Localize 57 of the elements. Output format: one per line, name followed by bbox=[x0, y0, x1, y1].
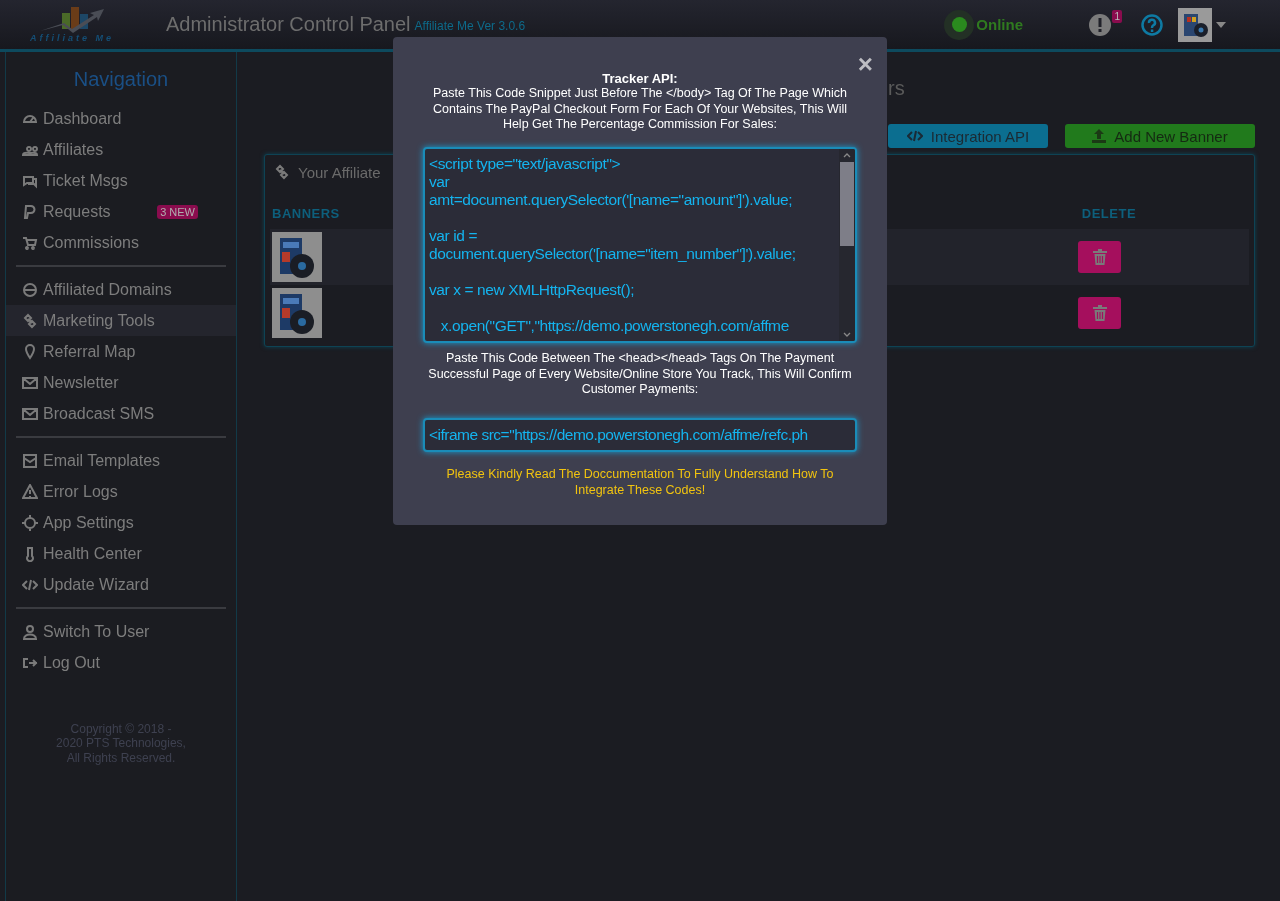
envelope-icon bbox=[22, 374, 38, 391]
logo-text: Affiliate Me bbox=[30, 32, 114, 43]
card-title: Your Affiliate bbox=[298, 163, 381, 181]
nav-item[interactable]: Requests 3 NEW bbox=[6, 196, 236, 227]
scrollbar[interactable] bbox=[839, 148, 855, 341]
nav-item[interactable]: Marketing Tools bbox=[6, 305, 236, 336]
dialog-title: Tracker API: bbox=[602, 71, 678, 86]
page-heading: rs bbox=[888, 77, 905, 100]
nav-item[interactable]: Ticket Msgs bbox=[6, 165, 236, 196]
link-icon bbox=[22, 312, 38, 329]
nav-item[interactable]: Log Out bbox=[6, 647, 236, 678]
integration-api-button[interactable]: Integration API bbox=[888, 124, 1048, 148]
scroll-down-icon[interactable] bbox=[843, 331, 851, 338]
iframe-code-field[interactable]: <iframe src="https://demo.powerstonegh.com/affme/refc.ph bbox=[423, 417, 857, 452]
alert-icon[interactable] bbox=[1089, 13, 1111, 36]
column-header: BANNERS bbox=[272, 206, 340, 221]
alert-count-badge: 1 bbox=[1112, 9, 1122, 23]
nav-item[interactable]: Referral Map bbox=[6, 336, 236, 367]
code-textarea[interactable]: <script type="text/javascript"> var amt=document.querySelector('[name="amount"]').value; var id = document.querySelector('[name="item_number"]').value; var x = new XMLHttpRequest(); x.open("GET","https://demo.powerstonegh.com/affme bbox=[423, 146, 857, 343]
nav-item[interactable]: Newsletter bbox=[6, 367, 236, 398]
nav-item[interactable]: Commissions bbox=[6, 227, 236, 258]
user-icon bbox=[22, 623, 38, 640]
column-header: DELETE bbox=[1081, 206, 1137, 221]
envelope-icon bbox=[22, 452, 38, 469]
p-icon bbox=[22, 203, 38, 220]
version-link[interactable]: Affiliate Me Ver 3.0.6 bbox=[414, 18, 526, 33]
cart-icon bbox=[22, 234, 38, 251]
instruction-text: Paste This Code Between The <head></head> Tags On The Payment Successful Page of Every Website/Online Store You Track, This Will Confirm Customer Payments: bbox=[427, 350, 853, 398]
online-status: Online bbox=[944, 9, 1023, 40]
nav-item[interactable]: Health Center bbox=[6, 538, 236, 569]
envelope-icon bbox=[22, 405, 38, 422]
nav-item[interactable]: Email Templates bbox=[6, 445, 236, 476]
trash-icon bbox=[1092, 249, 1107, 265]
nav-item[interactable]: Dashboard bbox=[6, 103, 236, 134]
documentation-note: Please Kindly Read The Doccumentation To Fully Understand How To Integrate These Codes! bbox=[445, 465, 835, 499]
help-icon[interactable] bbox=[1141, 13, 1163, 36]
caret-icon[interactable] bbox=[1216, 21, 1226, 28]
scroll-up-icon[interactable] bbox=[843, 151, 851, 158]
add-banner-button[interactable]: Add New Banner bbox=[1065, 124, 1255, 148]
close-button[interactable]: × bbox=[857, 51, 873, 77]
nav-item[interactable]: Affiliates bbox=[6, 134, 236, 165]
link-icon bbox=[274, 164, 290, 180]
instruction-text: Paste This Code Snippet Just Before The </body> Tag Of The Page Which Contains The PayPal Checkout Form For Each Of Your Websites, This Will Help Get The Percentage Commission For Sales: bbox=[431, 86, 849, 133]
nav-item[interactable]: Affiliated Domains bbox=[6, 274, 236, 305]
nav-item[interactable]: Update Wizard bbox=[6, 569, 236, 600]
nav-item[interactable]: Switch To User bbox=[6, 616, 236, 647]
nav-item[interactable]: Error Logs bbox=[6, 476, 236, 507]
new-count-badge: 3 NEW bbox=[157, 204, 198, 219]
nav-item[interactable]: App Settings bbox=[6, 507, 236, 538]
warning-icon bbox=[22, 483, 38, 500]
navigation-title: Navigation bbox=[72, 67, 170, 92]
trash-icon bbox=[1092, 305, 1107, 321]
pin-icon bbox=[22, 343, 38, 360]
nav-item[interactable]: Broadcast SMS bbox=[6, 398, 236, 429]
panel-title: Administrator Control Panel bbox=[166, 13, 411, 36]
code-icon bbox=[906, 130, 923, 142]
upload-icon bbox=[1092, 129, 1107, 143]
